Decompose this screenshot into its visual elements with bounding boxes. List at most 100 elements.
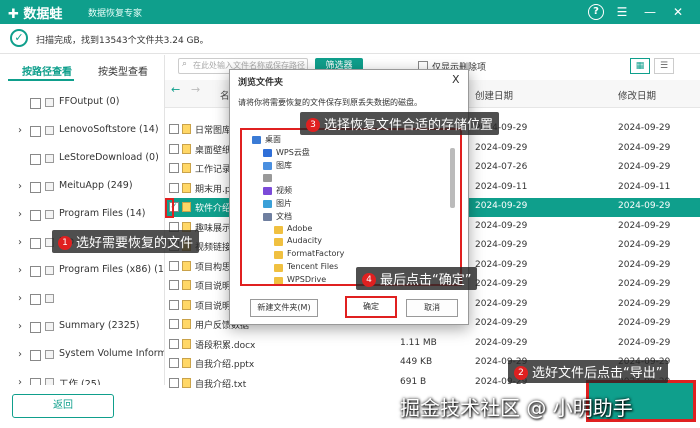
folder-checkbox[interactable]: [30, 322, 41, 333]
tab-by-path[interactable]: 按路径查看: [22, 63, 72, 78]
folder-checkbox[interactable]: [30, 378, 41, 385]
folder-icon: [45, 378, 54, 385]
chevron-right-icon[interactable]: ›: [18, 265, 22, 276]
folder-icon: [45, 126, 54, 135]
sidebar-folder-item[interactable]: › Program Files (x86) (1976: [0, 257, 164, 285]
dialog-folder-label: WPSDrive: [287, 274, 327, 284]
column-created[interactable]: 创建日期: [475, 88, 513, 102]
dialog-folder-node[interactable]: Audacity: [268, 236, 460, 249]
sidebar-folder-item[interactable]: › Program Files (14): [0, 201, 164, 229]
file-modified-date: 2024-09-29: [618, 337, 671, 348]
chevron-right-icon[interactable]: ›: [18, 125, 22, 136]
title-bar: ✚ 数据蛙 数据恢复专家 ? ☰ — ✕: [0, 0, 700, 24]
chevron-right-icon[interactable]: ›: [18, 377, 22, 385]
sidebar-folder-item[interactable]: › LenovoSoftstore (14): [0, 117, 164, 145]
callout-step-2: 2 选好文件后点击“导出”: [508, 360, 669, 383]
dialog-folder-node[interactable]: 文档: [257, 211, 457, 224]
file-created-date: 2024-09-29: [475, 337, 528, 348]
folder-browser-tree: 桌面 WPS云盘 图库视频 图片 文档 Adobe Audacity FormatFactor…: [240, 128, 462, 286]
file-name: 日常图库: [195, 126, 232, 136]
file-row[interactable]: 语段积累.docx 1.11 MB 2024-09-29 2024-09-29: [165, 335, 700, 354]
folder-icon: [274, 238, 283, 247]
tab-by-type[interactable]: 按类型查看: [98, 63, 148, 78]
app-subtitle: 数据恢复专家: [88, 9, 143, 19]
folder-checkbox[interactable]: [30, 154, 41, 165]
chevron-right-icon[interactable]: ›: [18, 293, 22, 304]
folder-checkbox[interactable]: [30, 98, 41, 109]
row-checkbox[interactable]: [169, 299, 179, 310]
row-checkbox[interactable]: [169, 280, 179, 290]
sidebar-folder-item[interactable]: ›: [0, 285, 164, 313]
folder-icon: [274, 276, 283, 284]
column-modified[interactable]: 修改日期: [618, 88, 656, 102]
dialog-description: 请将你将需要恢复的文件保存到原丢失数据的磁盘。: [238, 98, 422, 107]
dialog-close-icon[interactable]: X: [452, 73, 460, 86]
folder-label: System Volume Informati: [59, 348, 164, 359]
folder-icon: [263, 174, 272, 183]
back-button[interactable]: 返回: [12, 394, 114, 418]
file-modified-date: 2024-09-29: [618, 240, 671, 250]
file-icon: [182, 338, 191, 349]
cancel-button[interactable]: 取消: [406, 299, 458, 317]
dialog-folder-node[interactable]: [257, 172, 457, 185]
dialog-folder-node[interactable]: 视频: [257, 185, 457, 198]
file-icon: [182, 143, 191, 154]
folder-icon: [263, 212, 272, 221]
row-checkbox[interactable]: [169, 358, 179, 368]
file-icon: [182, 182, 191, 193]
step-3-badge: 3: [306, 118, 320, 132]
new-folder-button[interactable]: 新建文件夹(M): [250, 299, 318, 317]
row-checkbox[interactable]: [169, 182, 179, 193]
chevron-right-icon[interactable]: ›: [18, 349, 22, 360]
sidebar-folder-item[interactable]: › MeituApp (249): [0, 173, 164, 201]
dialog-folder-node[interactable]: FormatFactory: [268, 249, 460, 262]
row-checkbox[interactable]: [169, 338, 179, 349]
grid-view-icon[interactable]: ▦: [630, 58, 650, 74]
folder-checkbox[interactable]: [30, 210, 41, 221]
folder-icon: [263, 200, 272, 208]
dialog-folder-node[interactable]: Adobe: [268, 224, 460, 237]
folder-icon: [45, 98, 54, 107]
dialog-folder-node[interactable]: 图片: [257, 198, 457, 211]
folder-checkbox[interactable]: [30, 182, 41, 193]
folder-checkbox[interactable]: [30, 350, 41, 361]
minimize-icon[interactable]: —: [642, 4, 658, 20]
row-checkbox[interactable]: [169, 319, 179, 329]
tree-scrollbar[interactable]: [450, 148, 455, 208]
sidebar-folder-item[interactable]: › 工作 (25): [0, 369, 164, 385]
dialog-folder-label: 文档: [276, 211, 292, 221]
ok-button[interactable]: 确定: [345, 296, 397, 318]
row-checkbox[interactable]: [169, 163, 179, 173]
sidebar: 按路径查看 按类型查看 FFOutput (0) › LenovoSoftstore…: [0, 55, 165, 385]
dialog-folder-node[interactable]: 图库: [257, 160, 457, 173]
row-checkbox[interactable]: [169, 143, 179, 154]
dialog-folder-node[interactable]: 桌面: [246, 134, 446, 147]
chevron-right-icon[interactable]: ›: [18, 237, 22, 248]
callout-step-4: 4 最后点击“确定”: [356, 267, 478, 290]
file-created-date: 2024-09-29: [475, 318, 528, 328]
watermark: 掘金技术社区 @ 小明助手: [400, 396, 633, 420]
sidebar-folder-item[interactable]: FFOutput (0): [0, 89, 164, 117]
help-icon[interactable]: ?: [588, 4, 604, 20]
sidebar-folder-item[interactable]: LeStoreDownload (0): [0, 145, 164, 173]
back-arrow-icon[interactable]: ←: [171, 83, 180, 96]
close-icon[interactable]: ✕: [670, 4, 686, 20]
folder-checkbox[interactable]: [30, 266, 41, 277]
folder-checkbox[interactable]: [30, 126, 41, 137]
chevron-right-icon[interactable]: ›: [18, 209, 22, 220]
file-name: 自我介绍.pptx: [195, 360, 255, 370]
row-checkbox[interactable]: [169, 124, 179, 134]
menu-icon[interactable]: ☰: [614, 4, 630, 20]
dialog-folder-node[interactable]: WPS云盘: [257, 147, 457, 160]
sidebar-folder-item[interactable]: › System Volume Informati: [0, 341, 164, 369]
folder-checkbox[interactable]: [30, 238, 41, 249]
chevron-right-icon[interactable]: ›: [18, 321, 22, 332]
folder-label: LenovoSoftstore (14): [59, 124, 159, 135]
sidebar-folder-item[interactable]: › Summary (2325): [0, 313, 164, 341]
list-view-icon[interactable]: ☰: [654, 58, 674, 74]
chevron-right-icon[interactable]: ›: [18, 181, 22, 192]
row-checkbox[interactable]: [169, 377, 179, 388]
row-checkbox[interactable]: [169, 260, 179, 271]
folder-checkbox[interactable]: [30, 294, 41, 305]
forward-arrow-icon[interactable]: →: [191, 83, 200, 96]
